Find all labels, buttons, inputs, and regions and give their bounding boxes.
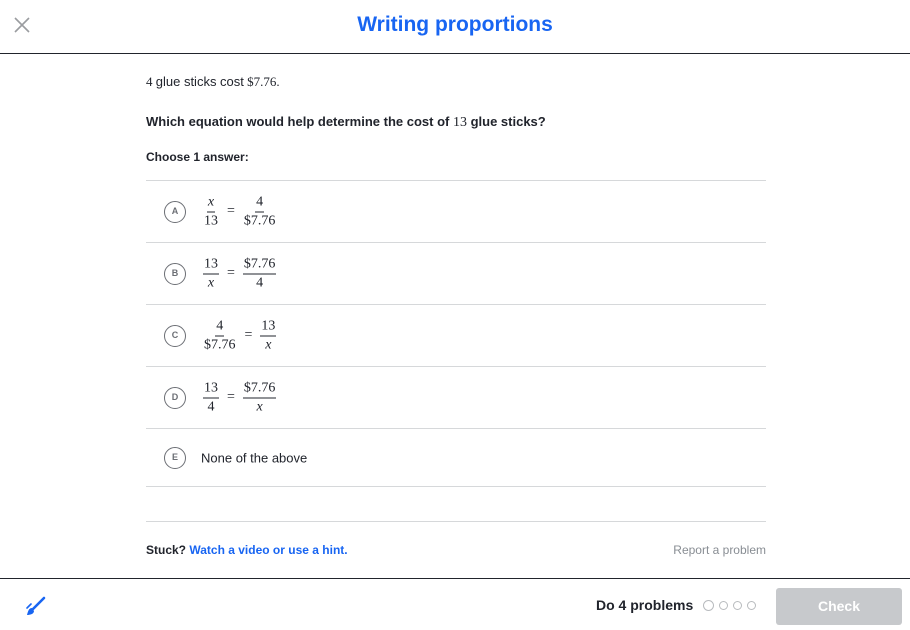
equals-sign: = xyxy=(227,265,235,281)
help-row: Stuck? Watch a video or use a hint. Repo… xyxy=(146,543,766,557)
question-suffix: glue sticks? xyxy=(470,114,546,129)
divider xyxy=(146,521,766,522)
progress-dot xyxy=(747,601,756,610)
page-title: Writing proportions xyxy=(357,13,553,36)
question-number: 13 xyxy=(452,115,467,130)
fraction: 13 4 xyxy=(201,379,221,416)
denominator: 4 xyxy=(256,275,264,290)
fraction: 13 x xyxy=(258,317,278,354)
choice-c-radio[interactable]: C xyxy=(164,324,186,347)
numerator: $7.76 xyxy=(242,255,277,274)
fraction: $7.76 x xyxy=(241,379,279,416)
scratchpad-icon[interactable] xyxy=(24,595,48,619)
equals-sign: = xyxy=(227,389,235,405)
equals-sign: = xyxy=(227,203,235,219)
progress-dot xyxy=(733,601,742,610)
denominator: 13 xyxy=(204,213,218,228)
choice-a[interactable]: A x 13 = 4 $7.76 xyxy=(146,181,766,243)
problem-text: glue sticks cost xyxy=(155,74,244,89)
hint-link[interactable]: Watch a video or use a hint. xyxy=(189,543,347,557)
choice-e-text: None of the above xyxy=(201,450,308,465)
question-prefix: Which equation would help determine the … xyxy=(146,114,450,129)
choose-label: Choose 1 answer: xyxy=(146,150,249,164)
header-bar: Writing proportions xyxy=(0,0,910,54)
numerator: 4 xyxy=(255,193,265,212)
numerator: 4 xyxy=(215,317,225,336)
denominator: x xyxy=(207,275,215,290)
choice-d[interactable]: D 13 4 = $7.76 x xyxy=(146,367,766,429)
equals-sign: = xyxy=(244,327,253,343)
choice-a-radio[interactable]: A xyxy=(164,200,186,223)
problems-goal-label: Do 4 problems xyxy=(596,597,694,613)
numerator: 13 xyxy=(203,255,219,274)
denominator: 4 xyxy=(207,399,215,414)
choice-b[interactable]: B 13 x = $7.76 4 xyxy=(146,243,766,305)
numerator: 13 xyxy=(203,379,219,398)
numerator: $7.76 xyxy=(242,379,277,398)
check-button[interactable]: Check xyxy=(776,588,902,625)
progress-dot xyxy=(703,600,714,611)
question-text: Which equation would help determine the … xyxy=(146,114,546,131)
fraction: 13 x xyxy=(201,255,221,292)
numerator: 13 xyxy=(260,317,277,336)
choice-b-equation: 13 x = $7.76 4 xyxy=(201,255,278,292)
problem-count: 4 xyxy=(146,74,153,89)
choice-e-radio[interactable]: E xyxy=(164,446,186,469)
denominator: x xyxy=(256,399,263,414)
fraction: $7.76 4 xyxy=(241,255,279,292)
stuck-label: Stuck? xyxy=(146,543,187,557)
fraction: 4 $7.76 xyxy=(241,193,279,230)
problem-price: $7.76. xyxy=(247,74,280,89)
choice-b-radio[interactable]: B xyxy=(164,262,186,285)
choice-c-equation: 4 $7.76 = 13 x xyxy=(201,317,278,354)
choice-d-equation: 13 4 = $7.76 x xyxy=(201,379,278,416)
answer-choices: A x 13 = 4 $7.76 B 13 x = $7.76 4 C 4 $7.76 =… xyxy=(146,180,766,487)
choice-a-equation: x 13 = 4 $7.76 xyxy=(201,193,278,230)
denominator: x xyxy=(265,337,272,352)
footer-bar: Do 4 problems Check xyxy=(0,578,910,630)
choice-e[interactable]: E None of the above xyxy=(146,429,766,487)
choice-d-radio[interactable]: D xyxy=(164,386,186,409)
denominator: $7.76 xyxy=(243,213,276,228)
problem-statement: 4 glue sticks cost $7.76. xyxy=(146,74,280,90)
progress-dot xyxy=(719,601,728,610)
report-problem-link[interactable]: Report a problem xyxy=(673,543,766,557)
progress-dots xyxy=(703,600,756,611)
fraction: x 13 xyxy=(201,193,221,230)
fraction: 4 $7.76 xyxy=(201,317,239,354)
choice-c[interactable]: C 4 $7.76 = 13 x xyxy=(146,305,766,367)
numerator: x xyxy=(206,193,216,212)
denominator: $7.76 xyxy=(204,337,236,352)
